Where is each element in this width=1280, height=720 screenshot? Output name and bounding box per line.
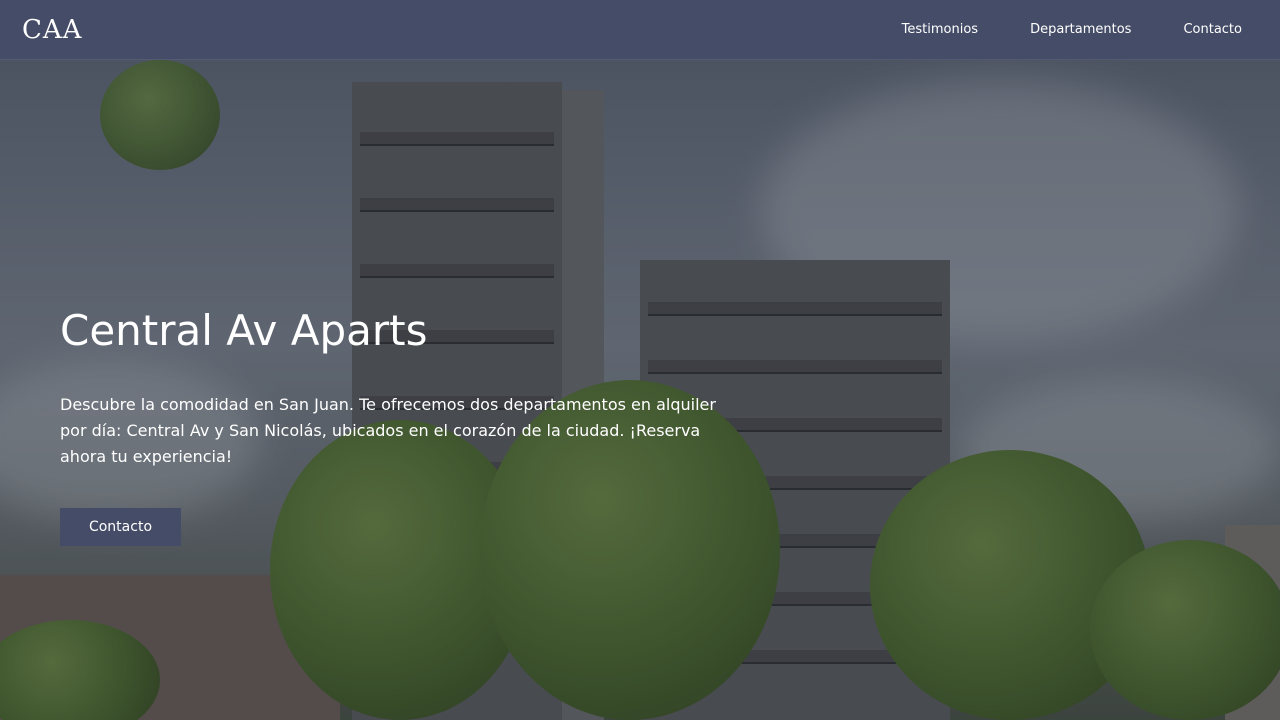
nav-link-contacto[interactable]: Contacto (1183, 22, 1242, 37)
hero-content: Central Av Aparts Descubre la comodidad … (60, 304, 720, 546)
hero-title: Central Av Aparts (60, 306, 428, 355)
contact-button[interactable]: Contacto (60, 508, 181, 546)
hero-description: Descubre la comodidad en San Juan. Te of… (60, 395, 716, 466)
nav-link-departamentos[interactable]: Departamentos (1030, 22, 1131, 37)
main-nav: Testimonios Departamentos Contacto (850, 22, 1242, 37)
site-header: CAA Testimonios Departamentos Contacto (0, 0, 1280, 60)
site-logo[interactable]: CAA (22, 15, 82, 45)
nav-link-testimonios[interactable]: Testimonios (902, 22, 978, 37)
